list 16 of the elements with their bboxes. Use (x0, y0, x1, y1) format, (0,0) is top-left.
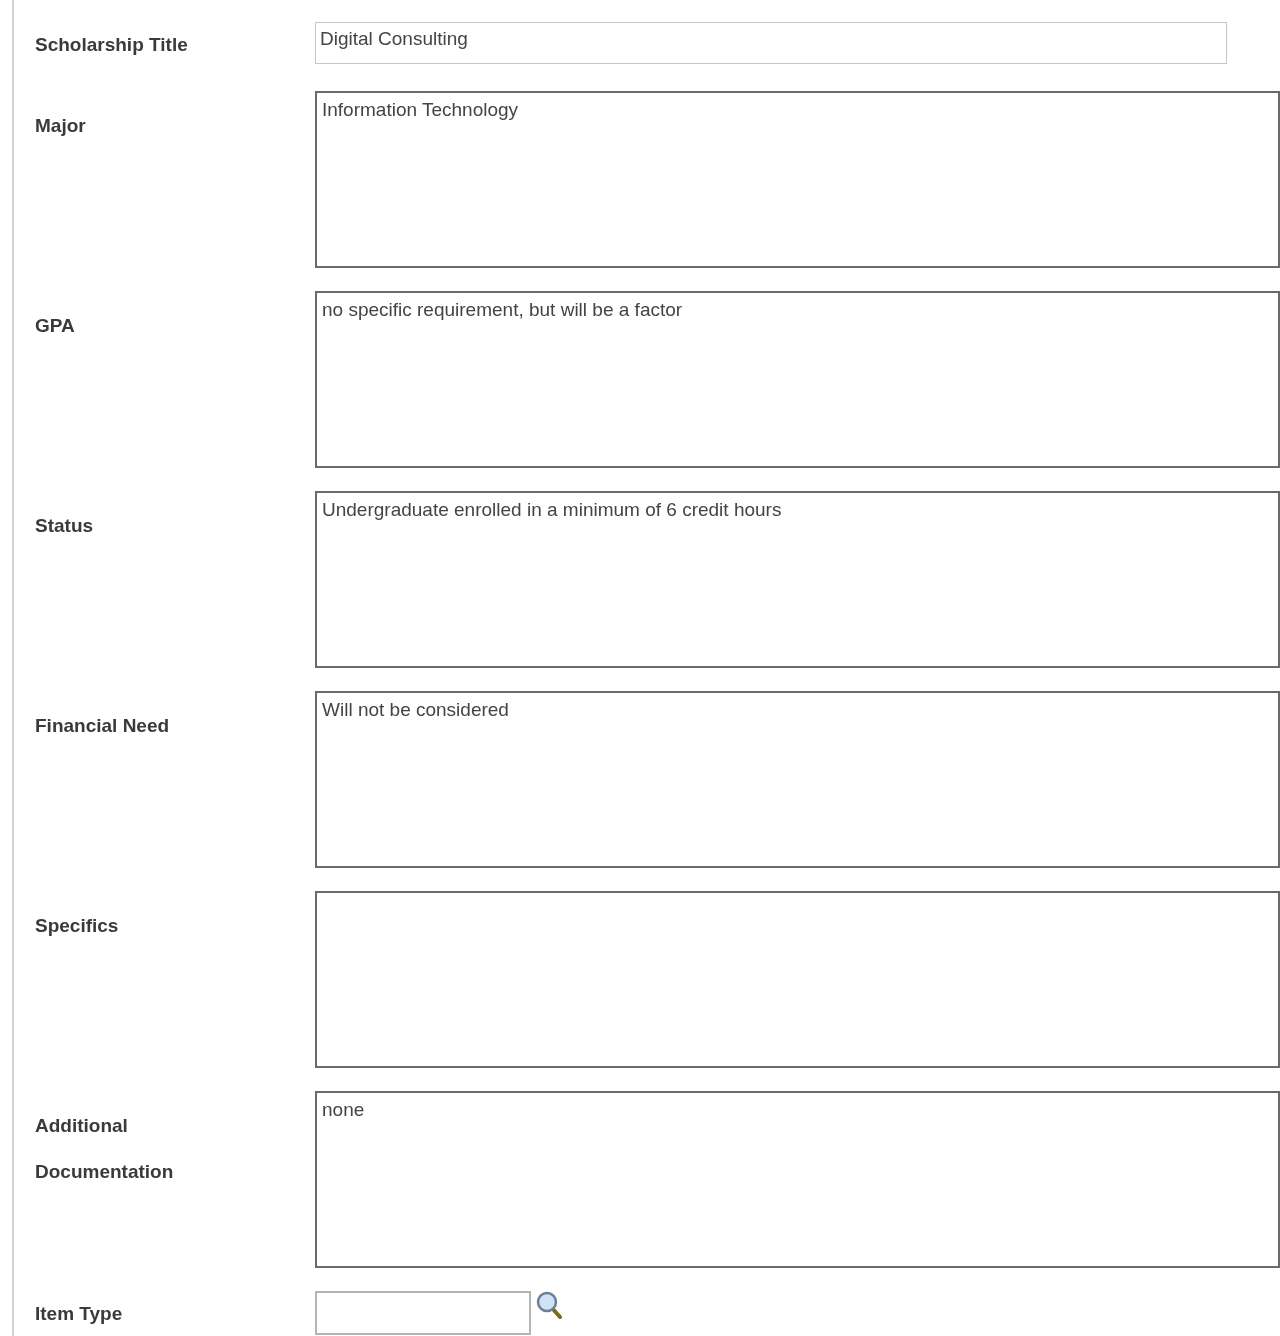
text-area[interactable]: Will not be considered (315, 691, 1280, 868)
field-label: Item Type (35, 1302, 124, 1326)
field-label: Additional Documentation (35, 1114, 175, 1184)
text-area[interactable]: Information Technology (315, 91, 1280, 268)
text-area[interactable] (315, 891, 1280, 1068)
text-field[interactable]: Digital Consulting (315, 22, 1227, 64)
text-area[interactable]: no specific requirement, but will be a factor (315, 291, 1280, 468)
lookup-field[interactable] (315, 1291, 531, 1335)
field-label: GPA (35, 314, 76, 338)
field-label: Specifics (35, 914, 120, 938)
field-label: Scholarship Title (35, 33, 189, 57)
field-label: Status (35, 514, 95, 538)
field-label: Financial Need (35, 714, 171, 738)
text-area[interactable]: Undergraduate enrolled in a minimum of 6 credit hours (315, 491, 1280, 668)
text-area[interactable]: none (315, 1091, 1280, 1268)
field-label: Major (35, 114, 87, 138)
